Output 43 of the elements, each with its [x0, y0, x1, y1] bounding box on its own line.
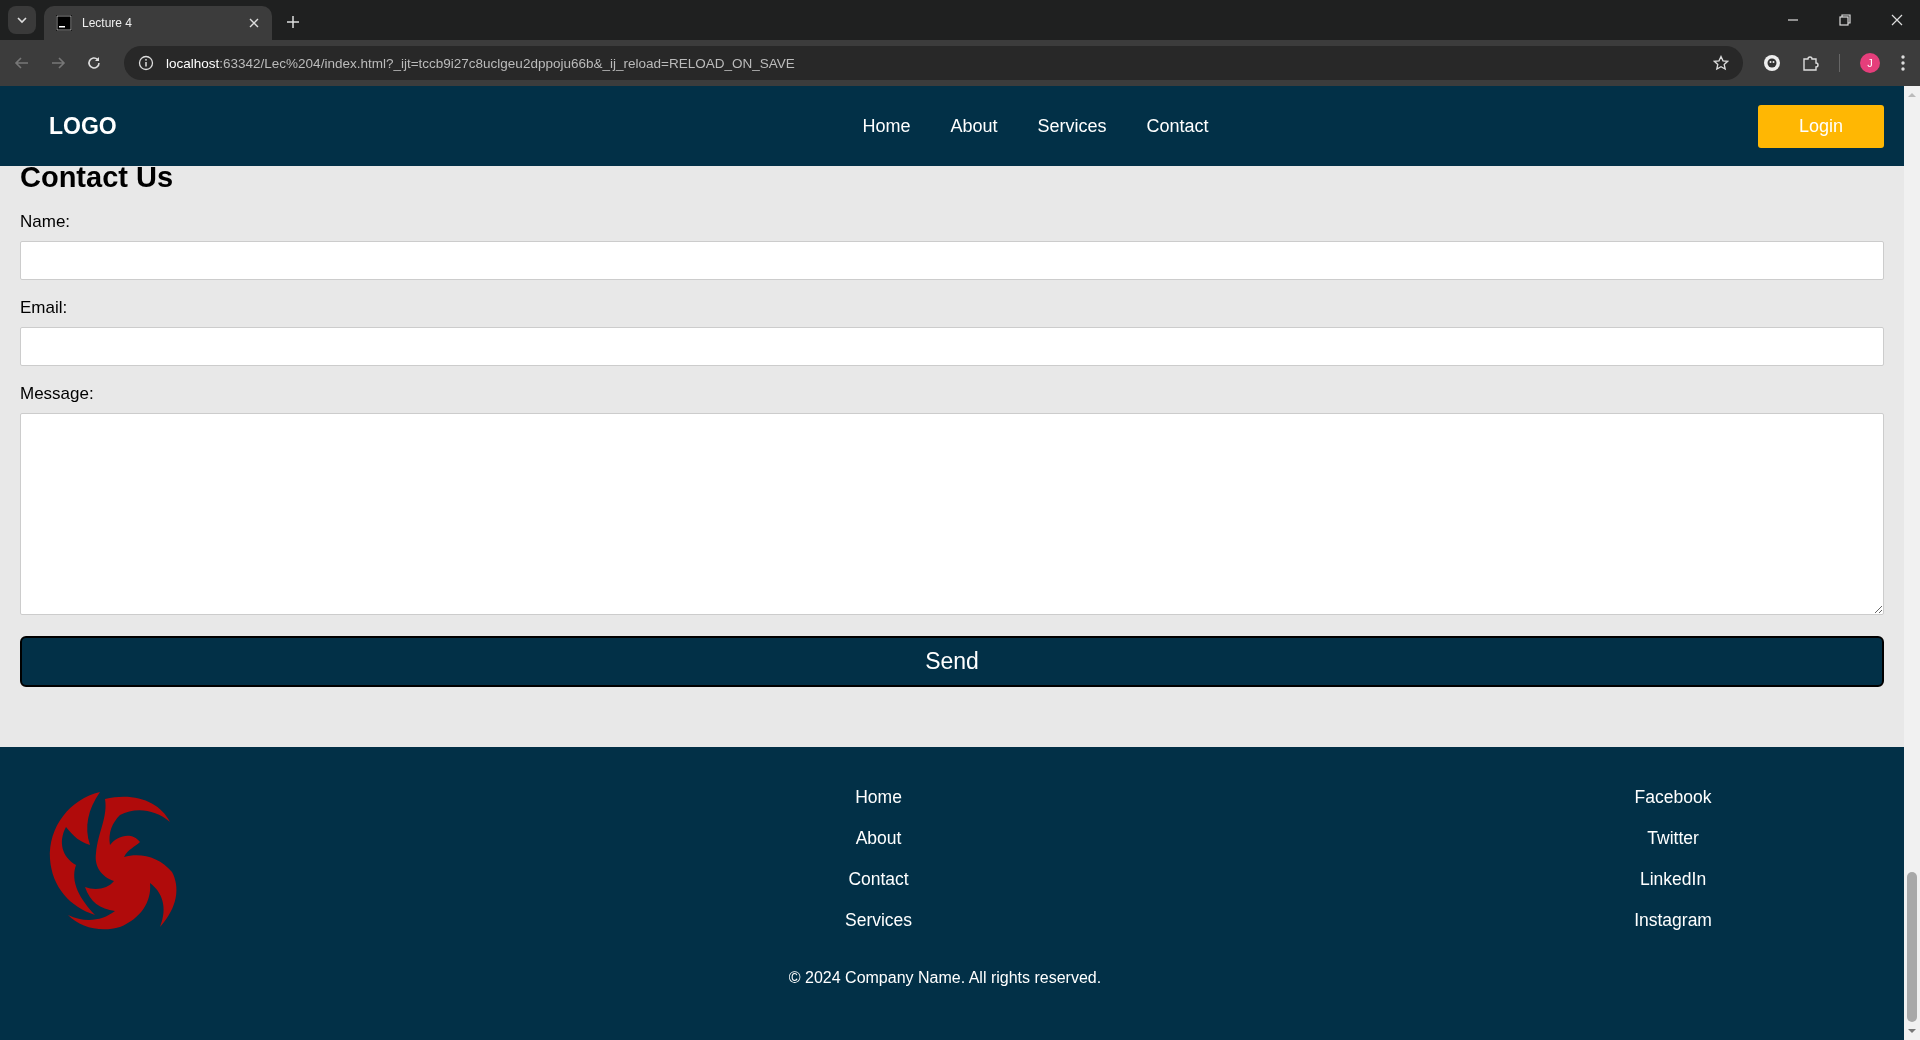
menu-icon[interactable] — [1900, 54, 1906, 72]
extensions-icon[interactable] — [1801, 54, 1819, 72]
social-link[interactable]: Facebook — [1634, 787, 1712, 807]
back-icon[interactable] — [14, 55, 30, 71]
close-icon[interactable] — [248, 17, 260, 29]
forward-icon[interactable] — [50, 55, 66, 71]
tab-title: Lecture 4 — [82, 16, 134, 30]
profile-avatar[interactable]: J — [1860, 53, 1880, 73]
social-link[interactable]: Instagram — [1634, 910, 1712, 930]
star-icon[interactable] — [1713, 55, 1729, 71]
address-bar[interactable]: localhost:63342/Lec%204/index.html?_ijt=tccb9i27c8uclgeu2dppoju66b&_ij_reload=RELOAD_ON_SAVE — [124, 46, 1743, 80]
copyright-text: © 2024 Company Name. All rights reserved. — [787, 969, 1103, 987]
footer-link[interactable]: Services — [845, 910, 913, 930]
info-icon[interactable] — [138, 55, 154, 71]
new-tab-icon[interactable] — [286, 15, 300, 29]
ghost-extension-icon[interactable] — [1763, 54, 1781, 72]
field-label: Message: — [20, 384, 94, 404]
message-field[interactable] — [20, 413, 1884, 615]
field-label: Email: — [20, 298, 68, 318]
footer-link[interactable]: Home — [855, 787, 902, 807]
restore-icon[interactable] — [1838, 13, 1852, 27]
browser-tab[interactable]: Lecture 4 — [44, 6, 272, 40]
nav-link[interactable]: Home — [862, 115, 911, 137]
chevron-down-icon — [16, 14, 28, 26]
nav-link[interactable]: Contact — [1146, 115, 1209, 137]
field-label: Name: — [20, 212, 71, 232]
social-link[interactable]: LinkedIn — [1639, 869, 1707, 889]
tab-list-button[interactable] — [8, 6, 36, 34]
scrollbar[interactable] — [1904, 86, 1920, 1040]
close-icon[interactable] — [1890, 13, 1904, 27]
site-logo[interactable]: LOGO — [49, 112, 289, 140]
footer-link[interactable]: About — [855, 828, 902, 848]
scrollbar-thumb[interactable] — [1907, 872, 1917, 1022]
nav-link[interactable]: About — [950, 115, 998, 137]
footer-link[interactable]: Contact — [848, 869, 909, 889]
page-heading: Contact Us — [20, 166, 174, 194]
input-field[interactable] — [20, 327, 1884, 366]
reload-icon[interactable] — [86, 55, 102, 71]
url-text: localhost:63342/Lec%204/index.html?_ijt=tccb9i27c8uclgeu2dppoju66b&_ij_reload=RELOAD_ON_SAVE — [166, 55, 795, 71]
input-field[interactable] — [20, 241, 1884, 280]
social-link[interactable]: Twitter — [1647, 828, 1699, 848]
send-button[interactable]: Send — [20, 636, 1884, 687]
nav-link[interactable]: Services — [1037, 115, 1107, 137]
